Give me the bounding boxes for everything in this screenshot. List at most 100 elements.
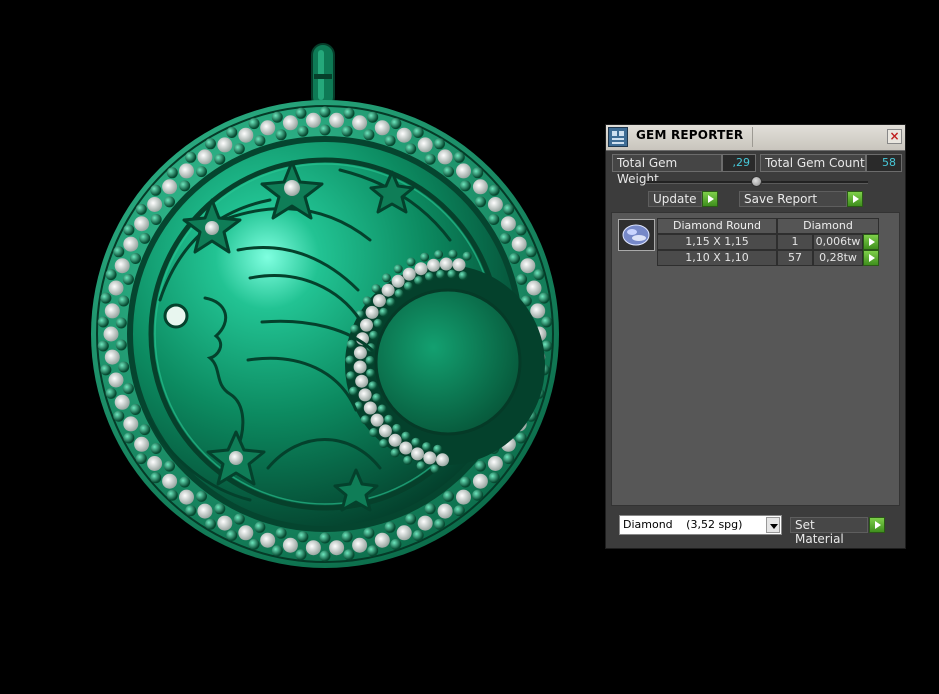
pendant-bead bbox=[275, 129, 287, 141]
pendant-bead bbox=[488, 214, 500, 225]
pendant-bead bbox=[367, 111, 379, 123]
pendant-bead bbox=[130, 404, 141, 415]
moon-diamond bbox=[370, 413, 384, 427]
row-play-icon[interactable] bbox=[863, 250, 879, 266]
row-size: 1,10 X 1,10 bbox=[657, 250, 777, 266]
pendant-bead bbox=[295, 549, 307, 561]
pendant-diamond bbox=[456, 163, 471, 179]
moon-diamond bbox=[452, 258, 466, 272]
chevron-down-icon[interactable] bbox=[766, 517, 780, 533]
pendant-bead bbox=[499, 232, 511, 244]
moon-diamond bbox=[372, 294, 386, 308]
pendant-bead bbox=[185, 151, 197, 163]
title-divider bbox=[752, 127, 753, 147]
pendant-diamond bbox=[104, 303, 120, 319]
pendant-bead bbox=[139, 424, 151, 436]
moon-diamond bbox=[414, 262, 428, 276]
pendant-diamond bbox=[282, 537, 298, 553]
pendant-diamond bbox=[114, 394, 130, 410]
pendant-bead bbox=[509, 253, 520, 264]
moon-bead bbox=[366, 368, 376, 378]
moon-diamond bbox=[360, 318, 373, 332]
pendant-bead bbox=[453, 505, 465, 517]
close-button[interactable]: × bbox=[887, 129, 902, 144]
pendant-bead bbox=[424, 503, 436, 515]
total-gem-count-label: Total Gem Count bbox=[760, 154, 866, 172]
moon-diamond bbox=[423, 451, 437, 465]
material-select[interactable]: Diamond (3,52 spg) bbox=[619, 515, 782, 535]
update-button[interactable]: Update bbox=[648, 191, 702, 207]
pendant-bead bbox=[453, 151, 465, 163]
pendant-diamond bbox=[472, 473, 488, 489]
pendant-diamond bbox=[197, 503, 213, 519]
slider-handle[interactable] bbox=[751, 176, 762, 187]
pendant-diamond bbox=[329, 540, 345, 556]
pendant-bead bbox=[412, 530, 424, 541]
pendant-bead bbox=[384, 135, 396, 147]
pendant-bead bbox=[443, 166, 454, 178]
pendant-diamond bbox=[114, 258, 130, 274]
moon-bead bbox=[350, 324, 360, 334]
pendant-bead bbox=[122, 383, 134, 395]
pendant-bead bbox=[226, 530, 238, 541]
pendant-bead bbox=[488, 184, 500, 196]
pendant-diamond bbox=[437, 503, 453, 519]
pendant-bead bbox=[130, 253, 141, 264]
pendant-diamond bbox=[520, 258, 536, 274]
pendant-diamond bbox=[162, 179, 178, 195]
pendant-bead bbox=[341, 531, 353, 543]
pendant-bead bbox=[488, 472, 500, 484]
row-weight: 0,28tw bbox=[813, 250, 863, 266]
pendant-bead bbox=[541, 316, 553, 328]
moon-bead bbox=[346, 339, 356, 349]
pendant-diamond bbox=[179, 163, 194, 179]
moon-bead bbox=[434, 250, 444, 259]
pendant-bead bbox=[164, 460, 175, 472]
pendant-diamond bbox=[305, 112, 321, 128]
report-list: Diamond Round Diamond 1,15 X 1,15 1 0,00… bbox=[611, 212, 900, 506]
moon-bead bbox=[416, 461, 426, 471]
moon-bead bbox=[393, 264, 403, 274]
pendant-bead bbox=[196, 490, 207, 502]
pendant-bead bbox=[319, 532, 331, 544]
save-report-play-icon[interactable] bbox=[847, 191, 863, 207]
pendant-diamond bbox=[238, 525, 254, 541]
moon-bead bbox=[433, 444, 443, 454]
update-play-icon[interactable] bbox=[702, 191, 718, 207]
header-gem-material: Diamond bbox=[777, 218, 879, 234]
moon-bead bbox=[382, 273, 391, 283]
row-count: 1 bbox=[777, 234, 813, 250]
moon-bead bbox=[394, 289, 404, 298]
pendant-diamond bbox=[282, 115, 298, 131]
pendant-bead bbox=[459, 476, 471, 488]
pendant-bead bbox=[135, 203, 147, 215]
pendant-bead bbox=[405, 513, 417, 525]
gem-round-icon[interactable] bbox=[618, 219, 655, 251]
moon-diamond bbox=[439, 257, 453, 271]
panel-titlebar[interactable]: GEM REPORTER × bbox=[606, 125, 905, 151]
pendant-bead bbox=[367, 545, 379, 557]
pendant-bead bbox=[214, 503, 226, 515]
pendant-bead bbox=[475, 196, 486, 208]
pendant-bead bbox=[205, 138, 216, 150]
pendant-bead bbox=[533, 269, 545, 281]
pendant-bead bbox=[363, 527, 375, 539]
pendant-bead bbox=[118, 361, 130, 373]
save-report-button[interactable]: Save Report bbox=[739, 191, 847, 207]
pendant-bead bbox=[113, 410, 125, 422]
pendant-bead bbox=[343, 107, 355, 119]
pendant-bead bbox=[503, 203, 515, 215]
pendant-diamond bbox=[123, 236, 139, 252]
pendant-bead bbox=[363, 129, 375, 141]
moon-diamond bbox=[436, 453, 449, 467]
pendant-bead bbox=[295, 107, 307, 119]
set-material-button[interactable]: Set Material bbox=[790, 517, 868, 546]
moon-bead bbox=[414, 276, 424, 285]
moon-bead bbox=[447, 269, 457, 279]
pendant-bead bbox=[150, 214, 162, 225]
moon-bead bbox=[422, 442, 432, 452]
set-material-play-icon[interactable] bbox=[869, 517, 885, 533]
row-play-icon[interactable] bbox=[863, 234, 879, 250]
moon-bead bbox=[360, 415, 370, 425]
moon-bead bbox=[420, 252, 430, 262]
